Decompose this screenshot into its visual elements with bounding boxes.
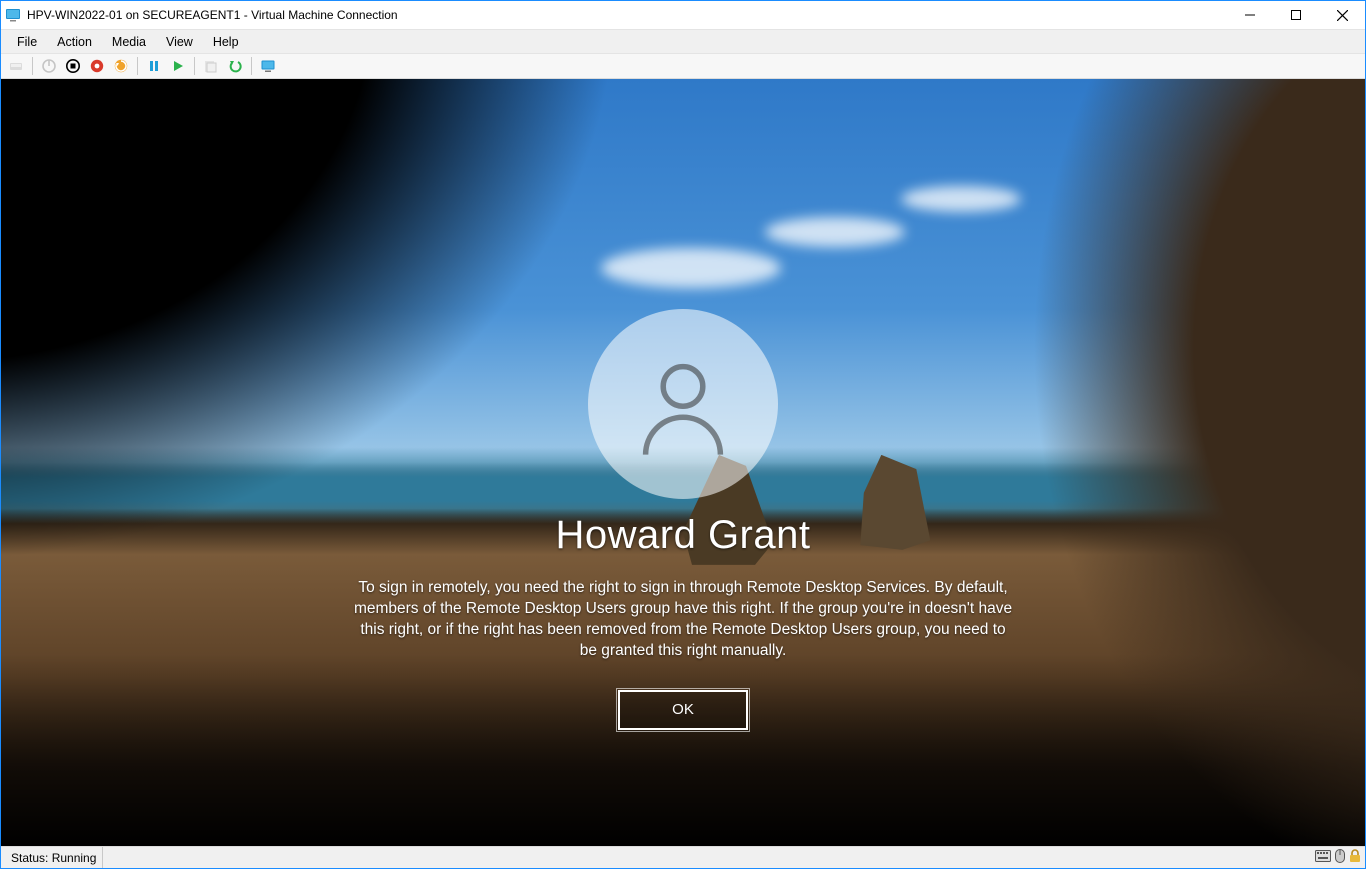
ctrl-alt-del-icon[interactable] xyxy=(5,55,27,77)
guest-display[interactable]: Howard Grant To sign in remotely, you ne… xyxy=(1,79,1365,846)
menu-view[interactable]: View xyxy=(156,33,203,51)
toolbar-separator xyxy=(137,57,138,75)
keyboard-icon xyxy=(1315,850,1331,865)
enhanced-session-icon[interactable] xyxy=(257,55,279,77)
window-title: HPV-WIN2022-01 on SECUREAGENT1 - Virtual… xyxy=(27,8,398,22)
toolbar xyxy=(1,53,1365,79)
menu-media[interactable]: Media xyxy=(102,33,156,51)
login-panel: Howard Grant To sign in remotely, you ne… xyxy=(353,309,1013,730)
close-button[interactable] xyxy=(1319,1,1365,29)
menubar: File Action Media View Help xyxy=(1,29,1365,53)
mouse-icon xyxy=(1335,849,1345,866)
status-icons xyxy=(1315,849,1361,866)
menu-file[interactable]: File xyxy=(7,33,47,51)
pause-icon[interactable] xyxy=(143,55,165,77)
app-window: HPV-WIN2022-01 on SECUREAGENT1 - Virtual… xyxy=(0,0,1366,869)
login-username: Howard Grant xyxy=(556,513,811,558)
statusbar: Status: Running xyxy=(1,846,1365,868)
shutdown-icon[interactable] xyxy=(86,55,108,77)
lock-icon xyxy=(1349,849,1361,866)
turn-off-icon[interactable] xyxy=(62,55,84,77)
titlebar: HPV-WIN2022-01 on SECUREAGENT1 - Virtual… xyxy=(1,1,1365,29)
start-icon[interactable] xyxy=(167,55,189,77)
app-icon xyxy=(5,7,21,23)
menu-help[interactable]: Help xyxy=(203,33,249,51)
revert-icon[interactable] xyxy=(224,55,246,77)
toolbar-separator xyxy=(32,57,33,75)
toolbar-separator xyxy=(194,57,195,75)
reset-icon[interactable] xyxy=(110,55,132,77)
power-off-icon[interactable] xyxy=(38,55,60,77)
ok-button[interactable]: OK xyxy=(618,690,748,730)
checkpoint-icon[interactable] xyxy=(200,55,222,77)
toolbar-separator xyxy=(251,57,252,75)
wallpaper-cloud xyxy=(601,248,781,288)
minimize-button[interactable] xyxy=(1227,1,1273,29)
login-error-message: To sign in remotely, you need the right … xyxy=(353,578,1013,662)
status-text: Status: Running xyxy=(5,847,103,868)
window-controls xyxy=(1227,1,1365,29)
maximize-button[interactable] xyxy=(1273,1,1319,29)
wallpaper-cloud xyxy=(765,217,905,247)
titlebar-left: HPV-WIN2022-01 on SECUREAGENT1 - Virtual… xyxy=(5,7,398,23)
user-avatar xyxy=(588,309,778,499)
menu-action[interactable]: Action xyxy=(47,33,102,51)
